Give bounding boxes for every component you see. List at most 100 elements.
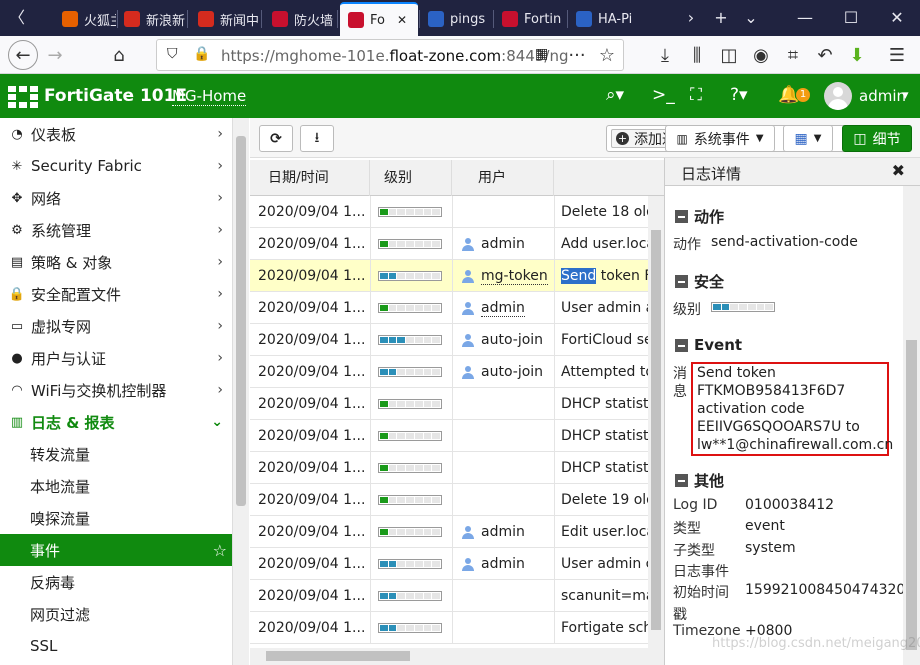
section-action[interactable]: 动作 xyxy=(675,206,724,227)
view-options-dropdown[interactable]: ▦ ▼ xyxy=(783,125,833,152)
cell-user[interactable]: auto-join xyxy=(462,356,552,388)
home-icon[interactable]: ⌂ xyxy=(104,40,134,70)
section-security[interactable]: 安全 xyxy=(675,271,724,292)
user-name[interactable]: admin xyxy=(859,87,906,105)
sidebar-scrollbar-thumb[interactable] xyxy=(236,136,246,506)
url-bar[interactable]: ⛉ 🔒 https://mghome-101e.float-zone.com:8… xyxy=(156,39,624,71)
collapse-icon[interactable] xyxy=(675,210,688,223)
user-name[interactable]: mg-token xyxy=(481,268,548,285)
sidebar-item[interactable]: ◠ WiFi与交换机控制器 › xyxy=(0,374,232,406)
favorite-star-icon[interactable]: ☆ xyxy=(213,541,227,560)
sidebar-subitem[interactable]: 事件 ☆ xyxy=(0,534,232,566)
shield-icon[interactable]: ⛉ xyxy=(167,46,178,62)
bookmark-star-icon[interactable]: ☆ xyxy=(592,40,622,70)
user-name[interactable]: auto-join xyxy=(481,364,543,380)
fullscreen-icon[interactable]: ⛶ xyxy=(690,85,702,105)
table-row[interactable]: 2020/09/04 1... DHCP statist xyxy=(250,388,648,420)
cell-user[interactable] xyxy=(462,484,552,516)
collapse-icon[interactable] xyxy=(675,275,688,288)
sidebar-subitem[interactable]: 转发流量 xyxy=(0,438,232,470)
sidebar-item[interactable]: ▥ 日志 & 报表 ⌄ xyxy=(0,406,232,438)
cell-user[interactable] xyxy=(462,388,552,420)
browser-tab[interactable]: 火狐主 xyxy=(54,4,116,34)
details-button[interactable]: ◫ 细节 xyxy=(842,125,912,152)
column-header-user[interactable]: 用户 xyxy=(452,160,554,196)
sidebar-item[interactable]: ✥ 网络 › xyxy=(0,182,232,214)
browser-tab[interactable]: Fortin xyxy=(494,4,566,34)
user-name[interactable]: auto-join xyxy=(481,332,543,348)
sidebar-item[interactable]: ✳ Security Fabric › xyxy=(0,150,232,182)
menu-icon[interactable]: ☰ xyxy=(882,40,912,70)
event-type-dropdown[interactable]: ▥ 系统事件 ▼ xyxy=(665,125,775,152)
browser-tab[interactable]: 新浪新 xyxy=(116,4,186,34)
cell-user[interactable] xyxy=(462,580,552,612)
sidebar-item[interactable]: ◔ 仪表板 › xyxy=(0,118,232,150)
refresh-button[interactable]: ⟳ xyxy=(259,125,293,152)
hostname[interactable]: MG-Home xyxy=(172,87,247,106)
cli-console-icon[interactable]: >_ xyxy=(652,85,675,105)
warning-lock-icon[interactable]: 🔒 xyxy=(193,46,210,62)
cell-user[interactable]: admin xyxy=(462,548,552,580)
help-icon[interactable]: ?▾ xyxy=(730,85,748,105)
cell-user[interactable]: mg-token xyxy=(462,260,552,292)
library-icon[interactable]: ⫼ xyxy=(682,40,712,70)
close-tab-icon[interactable]: ✕ xyxy=(397,13,407,27)
table-row[interactable]: 2020/09/04 1... Delete 19 old xyxy=(250,484,648,516)
close-icon[interactable]: ✖ xyxy=(892,161,905,180)
minimize-icon[interactable]: — xyxy=(790,6,820,30)
collapse-icon[interactable] xyxy=(675,338,688,352)
table-row[interactable]: 2020/09/04 1... Delete 18 old xyxy=(250,196,648,228)
avatar[interactable] xyxy=(824,82,852,110)
forward-icon[interactable]: → xyxy=(40,40,70,70)
sidebar-item[interactable]: ⚙ 系统管理 › xyxy=(0,214,232,246)
cell-user[interactable]: admin xyxy=(462,516,552,548)
user-name[interactable]: admin xyxy=(481,556,525,572)
page-actions-icon[interactable]: ··· xyxy=(562,40,592,70)
account-icon[interactable]: ◉ xyxy=(746,40,776,70)
user-name[interactable]: admin xyxy=(481,236,525,252)
sidebar-subitem[interactable]: 网页过滤 xyxy=(0,598,232,630)
cell-user[interactable] xyxy=(462,196,552,228)
crop-icon[interactable]: ⌗ xyxy=(778,40,808,70)
sidebar-subitem[interactable]: 反病毒 xyxy=(0,566,232,598)
column-header-level[interactable]: 级别 xyxy=(370,160,452,196)
new-tab-icon[interactable]: + xyxy=(706,6,736,30)
sidebar-item[interactable]: ▭ 虚拟专网 › xyxy=(0,310,232,342)
sidebar-item[interactable]: ● 用户与认证 › xyxy=(0,342,232,374)
browser-tab[interactable]: 新闻中 xyxy=(190,4,260,34)
browser-tab[interactable]: pings xyxy=(420,4,492,34)
column-header-message[interactable] xyxy=(554,160,664,196)
close-window-icon[interactable]: ✕ xyxy=(882,6,912,30)
sidebar-subitem[interactable]: 本地流量 xyxy=(0,470,232,502)
search-icon[interactable]: ⌕▾ xyxy=(606,85,624,105)
table-row[interactable]: 2020/09/04 1... DHCP statist xyxy=(250,452,648,484)
cell-user[interactable]: admin xyxy=(462,292,552,324)
table-row[interactable]: 2020/09/04 1... admin Add user.local xyxy=(250,228,648,260)
maximize-icon[interactable]: ☐ xyxy=(836,6,866,30)
download-arrow-icon[interactable]: ⬇ xyxy=(842,40,872,70)
cell-user[interactable]: admin xyxy=(462,228,552,260)
cell-user[interactable]: auto-join xyxy=(462,324,552,356)
details-scrollbar-thumb[interactable] xyxy=(906,340,917,650)
collapse-icon[interactable] xyxy=(675,474,688,487)
table-row[interactable]: 2020/09/04 1... Fortigate sch xyxy=(250,612,648,644)
downloads-icon[interactable]: ⤓ xyxy=(650,40,680,70)
cell-user[interactable] xyxy=(462,420,552,452)
section-event[interactable]: Event xyxy=(675,336,742,354)
sidebar-subitem[interactable]: SSL xyxy=(0,630,232,662)
sidebar-toggle-icon[interactable]: ◫ xyxy=(714,40,744,70)
table-row[interactable]: 2020/09/04 1... auto-join FortiCloud se xyxy=(250,324,648,356)
browser-tab[interactable]: HA-Pi xyxy=(568,4,648,34)
undo-icon[interactable]: ↶ xyxy=(810,40,840,70)
section-other[interactable]: 其他 xyxy=(675,470,724,491)
qr-code-icon[interactable]: ▦ xyxy=(535,46,548,62)
download-button[interactable]: ⭳ xyxy=(300,125,334,152)
table-row[interactable]: 2020/09/04 1... admin User admin ad xyxy=(250,292,648,324)
cell-user[interactable] xyxy=(462,452,552,484)
table-row[interactable]: 2020/09/04 1... DHCP statist xyxy=(250,420,648,452)
table-horizontal-scrollbar-thumb[interactable] xyxy=(266,651,410,661)
browser-tab[interactable]: Fo ✕ xyxy=(340,2,418,36)
url-text[interactable]: https://mghome-101e.float-zone.com:8443/… xyxy=(221,47,568,65)
table-vertical-scrollbar-thumb[interactable] xyxy=(651,230,661,630)
table-row[interactable]: 2020/09/04 1... admin User admin ch xyxy=(250,548,648,580)
